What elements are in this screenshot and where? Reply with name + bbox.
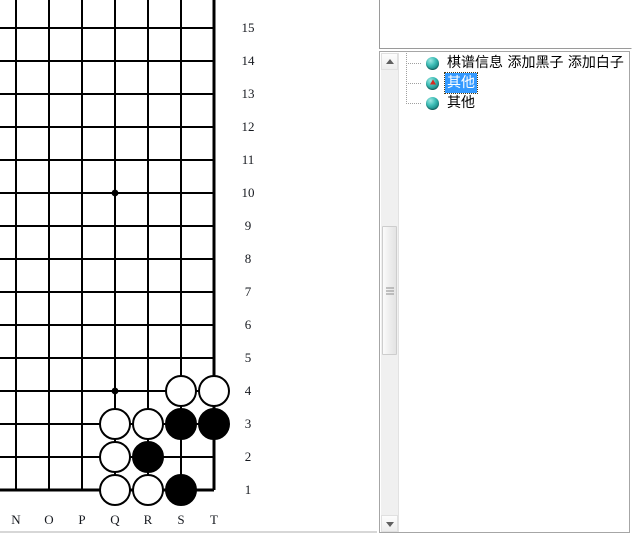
chevron-up-icon: [385, 58, 394, 64]
column-label-P: P: [78, 512, 86, 527]
marker-triangle-icon: [429, 79, 436, 85]
row-label-1: 1: [244, 482, 252, 497]
tree-guide-lines: [406, 73, 424, 93]
go-board-pane[interactable]: 15 14 13 12 11 10 9 8 7 6 5 4 3 2 1 N O P Q R S T: [0, 0, 377, 533]
column-label-T: T: [210, 512, 218, 527]
node-sphere-icon: [426, 56, 439, 70]
row-label-13: 13: [241, 86, 255, 101]
chevron-down-icon: [385, 521, 394, 527]
tree-node-label: 棋谱信息 添加黑子 添加白子: [447, 55, 624, 71]
row-label-7: 7: [244, 284, 252, 299]
stone-black-S3[interactable]: [165, 408, 197, 440]
row-label-2: 2: [244, 449, 252, 464]
stone-white-Q2[interactable]: [99, 441, 131, 473]
column-label-N: N: [11, 512, 21, 527]
column-label-O: O: [44, 512, 54, 527]
stone-white-Q3[interactable]: [99, 408, 131, 440]
stone-white-S4[interactable]: [165, 375, 197, 407]
stone-white-R1[interactable]: [132, 474, 164, 506]
tree-node[interactable]: 棋谱信息 添加黑子 添加白子: [400, 53, 628, 73]
row-label-9: 9: [244, 218, 252, 233]
scrollbar-thumb[interactable]: [382, 226, 397, 355]
stone-black-R2[interactable]: [132, 441, 164, 473]
tree-vertical-scrollbar[interactable]: [381, 53, 399, 532]
column-label-R: R: [143, 512, 153, 527]
stone-white-Q1[interactable]: [99, 474, 131, 506]
row-label-12: 12: [241, 119, 255, 134]
tree-guide-lines: [406, 93, 424, 113]
row-label-15: 15: [241, 20, 255, 35]
row-label-6: 6: [244, 317, 252, 332]
row-label-10: 10: [241, 185, 255, 200]
row-label-11: 11: [241, 152, 255, 167]
stone-white-T4[interactable]: [198, 375, 230, 407]
row-label-14: 14: [241, 53, 255, 68]
tree-node-label: 其他: [447, 95, 475, 111]
game-tree-panel[interactable]: 棋谱信息 添加黑子 添加白子 其他 其他: [379, 51, 630, 533]
tree-node-label: 其他: [444, 72, 478, 94]
node-sphere-icon: [426, 96, 439, 110]
scroll-down-button[interactable]: [381, 515, 398, 532]
application-window: 15 14 13 12 11 10 9 8 7 6 5 4 3 2 1 N O P Q R S T 棋谱信息 添加黑子 添: [0, 0, 632, 533]
row-label-4: 4: [244, 383, 252, 398]
stone-black-T3[interactable]: [198, 408, 230, 440]
scroll-up-button[interactable]: [381, 53, 398, 70]
go-board-canvas[interactable]: [0, 0, 377, 533]
tree-guide-lines: [406, 53, 424, 73]
right-pane: 棋谱信息 添加黑子 添加白子 其他 其他: [377, 0, 632, 533]
row-label-8: 8: [244, 251, 252, 266]
game-tree-nodes: 棋谱信息 添加黑子 添加白子 其他 其他: [400, 53, 628, 531]
node-sphere-icon: [426, 76, 439, 90]
tree-node[interactable]: 其他: [400, 72, 628, 94]
column-label-S: S: [177, 512, 185, 527]
grip-icon: [385, 287, 394, 294]
row-label-5: 5: [244, 350, 252, 365]
tree-node[interactable]: 其他: [400, 93, 628, 113]
stone-black-S1[interactable]: [165, 474, 197, 506]
info-panel[interactable]: [379, 0, 632, 49]
stone-white-R3[interactable]: [132, 408, 164, 440]
row-label-3: 3: [244, 416, 252, 431]
column-label-Q: Q: [110, 512, 120, 527]
